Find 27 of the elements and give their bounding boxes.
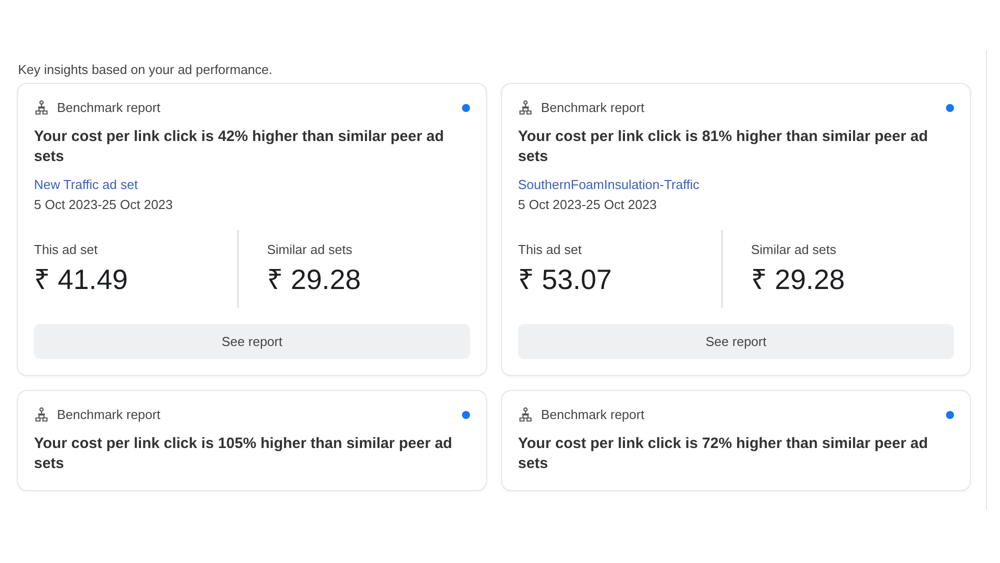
metric-value: ₹ 29.28 [751,263,846,297]
intro-text: Key insights based on your ad performance. [17,61,274,79]
see-report-button[interactable]: See report [518,324,954,359]
metric-value: ₹ 29.28 [267,263,362,297]
metric-label: Similar ad sets [267,242,354,257]
date-range: 5 Oct 2023-25 Oct 2023 [34,197,174,212]
metric-label: Similar ad sets [751,242,838,257]
metric-label: This ad set [518,242,583,257]
card-headline: Your cost per link click is 81% higher than similar peer ad sets [518,127,929,167]
date-range: 5 Oct 2023-25 Oct 2023 [518,197,658,212]
metric-label: This ad set [34,242,99,257]
metric-value: ₹ 53.07 [518,263,613,297]
ad-set-link[interactable]: New Traffic ad set [34,177,138,192]
benchmark-icon [518,407,533,422]
card-headline: Your cost per link click is 105% higher than similar peer ad sets [34,434,454,474]
card-headline: Your cost per link click is 42% higher than similar peer ad sets [34,127,445,167]
card-category: Benchmark report [57,407,162,422]
card-headline: Your cost per link click is 72% higher than similar peer ad sets [518,434,929,474]
metric-value: ₹ 41.49 [34,263,129,297]
card-category: Benchmark report [541,407,646,422]
benchmark-icon [518,100,533,115]
ad-set-link[interactable]: SouthernFoamInsulation-Traffic [518,177,700,192]
benchmark-icon [34,407,49,422]
see-report-button[interactable]: See report [34,324,470,359]
benchmark-icon [34,100,49,115]
card-category: Benchmark report [57,100,162,115]
card-category: Benchmark report [541,100,646,115]
